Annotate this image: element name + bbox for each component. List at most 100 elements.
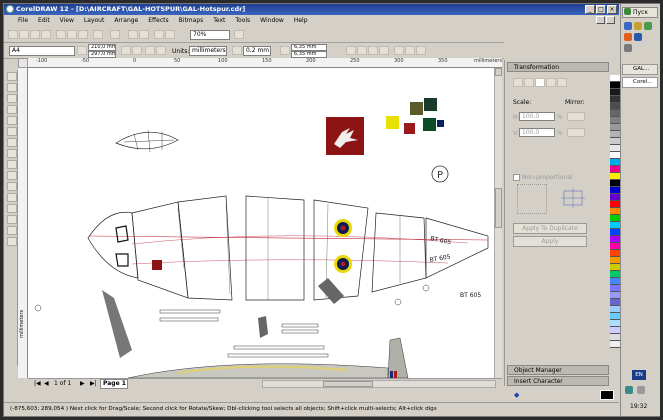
color-chip-blue[interactable] [437, 120, 444, 127]
palette-swatch[interactable] [610, 117, 620, 124]
menu-layout[interactable]: Layout [84, 17, 104, 24]
interactive-fill-tool-icon[interactable] [7, 237, 17, 246]
menu-window[interactable]: Window [260, 17, 284, 24]
palette-swatch[interactable] [610, 334, 620, 341]
desktop-icon[interactable] [624, 44, 632, 52]
serial-text[interactable]: BT 605 [430, 235, 452, 246]
palette-swatch[interactable] [610, 208, 620, 215]
strip-part[interactable] [159, 317, 219, 322]
palette-swatch[interactable] [610, 278, 620, 285]
menu-bitmaps[interactable]: Bitmaps [179, 17, 204, 24]
color-chip-darkgreen[interactable] [424, 98, 437, 111]
polygon-tool-icon[interactable] [7, 160, 17, 169]
scale-h-field[interactable]: 100,0 [519, 112, 555, 121]
maximize-button[interactable]: □ [596, 5, 606, 14]
scale-v-field[interactable]: 100,0 [519, 128, 555, 137]
strip-part[interactable] [159, 309, 221, 314]
paper-width-field[interactable]: 210,0 mm [88, 44, 116, 51]
zoom-dropdown-arrow-icon[interactable] [234, 30, 244, 39]
menu-tools[interactable]: Tools [235, 17, 250, 24]
strip-part[interactable] [281, 329, 319, 334]
doc-minimize-button[interactable] [596, 16, 605, 24]
palette-swatch[interactable] [610, 173, 620, 180]
palette-swatch[interactable] [610, 194, 620, 201]
corel-icon[interactable] [644, 22, 652, 30]
fuselage-tail[interactable] [425, 217, 489, 279]
zoom-levels-dropdown[interactable]: 70% [190, 30, 230, 40]
palette-swatch[interactable] [610, 243, 620, 250]
task-gal-folder[interactable]: GAL... [622, 64, 658, 75]
paper-type-dropdown[interactable]: A4 [9, 46, 75, 56]
mirror-horizontal-button[interactable] [567, 112, 585, 121]
palette-swatch[interactable] [610, 292, 620, 299]
current-page-icon[interactable] [156, 46, 166, 55]
palette-swatch[interactable] [610, 264, 620, 271]
basic-shapes-tool-icon[interactable] [7, 171, 17, 180]
palette-swatch[interactable] [610, 222, 620, 229]
first-page-icon[interactable]: |◀ [34, 380, 41, 387]
shape-tool-icon[interactable] [7, 83, 17, 92]
duplicate-y-field[interactable]: 6,35 mm [291, 51, 327, 58]
duplicate-x-field[interactable]: 6,35 mm [291, 44, 327, 51]
vertical-ruler[interactable]: millimeters [18, 68, 28, 378]
fuselage-segment-3[interactable] [245, 195, 305, 301]
page-tab[interactable]: Page 1 [100, 379, 128, 389]
palette-swatch[interactable] [610, 327, 620, 334]
undo-icon[interactable] [93, 30, 103, 39]
size-icon[interactable] [546, 78, 556, 87]
palette-swatch[interactable] [610, 166, 620, 173]
print-icon[interactable] [41, 30, 51, 39]
apply-button[interactable]: Apply [513, 236, 587, 247]
vertical-scrollbar[interactable] [494, 68, 502, 378]
color-chip-olive[interactable] [410, 102, 423, 115]
fuselage-segment-5[interactable] [371, 212, 427, 293]
palette-swatch[interactable] [610, 229, 620, 236]
nonprop-checkbox[interactable] [513, 174, 520, 181]
text-tool-icon[interactable] [7, 182, 17, 191]
palette-swatch[interactable] [610, 180, 620, 187]
palette-swatch[interactable] [610, 145, 620, 152]
palette-swatch[interactable] [610, 201, 620, 208]
serial-text[interactable]: BT 605 [460, 292, 481, 299]
menu-effects[interactable]: Effects [148, 17, 168, 24]
palette-swatch[interactable] [610, 75, 620, 82]
scale-stroke-icon[interactable] [416, 46, 426, 55]
snap-to-objects-icon[interactable] [368, 46, 378, 55]
menu-view[interactable]: View [60, 17, 74, 24]
paper-height-field[interactable]: 297,0 mm [88, 51, 116, 58]
serial-text[interactable]: BT 605 [429, 253, 451, 264]
palette-swatch[interactable] [610, 159, 620, 166]
ie-icon[interactable] [624, 22, 632, 30]
interactive-blend-tool-icon[interactable] [7, 193, 17, 202]
palette-swatch[interactable] [610, 124, 620, 131]
ellipse-tool-icon[interactable] [7, 149, 17, 158]
mirror-vertical-button[interactable] [567, 128, 585, 137]
application-launcher-icon[interactable] [154, 30, 164, 39]
grey-panel[interactable] [318, 278, 344, 304]
nudge-offset-field[interactable]: 0,2 mm [243, 46, 271, 56]
firefox-icon[interactable] [624, 33, 632, 41]
menu-text[interactable]: Text [213, 17, 225, 24]
fuselage-nose[interactable] [87, 211, 139, 279]
options-icon[interactable] [405, 46, 415, 55]
tray-network-icon[interactable] [625, 386, 633, 394]
palette-swatch[interactable] [610, 236, 620, 243]
outline-tool-icon[interactable] [7, 215, 17, 224]
position-icon[interactable] [513, 78, 523, 87]
prev-page-icon[interactable]: ◀ [44, 380, 49, 387]
palette-swatch[interactable] [610, 96, 620, 103]
palette-swatch[interactable] [610, 271, 620, 278]
outline-color-swatch[interactable] [600, 390, 614, 400]
dynamic-guides-icon[interactable] [379, 46, 389, 55]
drawing-canvas[interactable]: P BT 605 BT 605 BT 605 [28, 68, 494, 378]
close-button[interactable]: × [607, 5, 617, 14]
fuselage-segment-2[interactable] [177, 195, 233, 301]
palette-swatch[interactable] [610, 306, 620, 313]
language-indicator[interactable]: EN [632, 370, 646, 380]
palette-swatch[interactable] [610, 187, 620, 194]
menu-arrange[interactable]: Arrange [114, 17, 138, 24]
round-part[interactable] [422, 284, 430, 292]
insert-character-tab[interactable]: Insert Character [507, 376, 609, 386]
palette-swatch[interactable] [610, 110, 620, 117]
color-chip-yellow[interactable] [386, 116, 399, 129]
